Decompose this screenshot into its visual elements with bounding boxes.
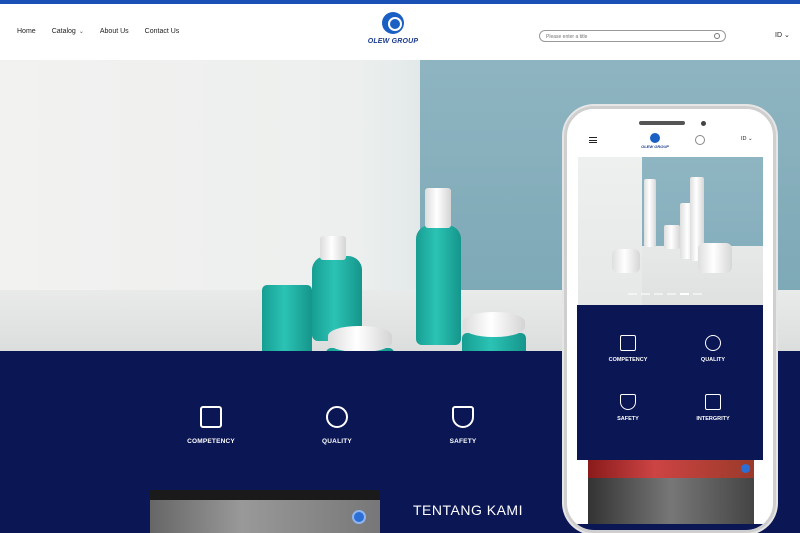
badge-icon bbox=[705, 335, 721, 351]
white-jar-left bbox=[612, 249, 640, 273]
checklist-icon bbox=[200, 406, 222, 428]
white-jar-right bbox=[698, 243, 732, 273]
mobile-features: COMPETENCY QUALITY SAFETY INTERGRITY bbox=[577, 305, 763, 460]
site-logo[interactable]: OLEW GROUP bbox=[363, 12, 423, 58]
teal-pump-bottle bbox=[416, 225, 461, 345]
feature-quality: QUALITY bbox=[297, 406, 377, 445]
about-title: TENTANG KAMI bbox=[413, 502, 523, 518]
mobile-video-scene bbox=[588, 478, 754, 524]
video-badge-icon[interactable] bbox=[741, 464, 750, 473]
mobile-search-icon[interactable] bbox=[695, 135, 705, 145]
feature-safety: SAFETY bbox=[423, 406, 503, 445]
spray-pump bbox=[320, 236, 346, 260]
video-badge-icon[interactable] bbox=[352, 510, 366, 524]
phone-speaker bbox=[639, 121, 685, 125]
mobile-logo[interactable]: OLEW GROUP bbox=[637, 133, 673, 149]
hamburger-menu-icon[interactable] bbox=[589, 137, 597, 143]
mobile-video[interactable] bbox=[588, 460, 754, 524]
mobile-feature-integrity: INTERGRITY bbox=[678, 394, 748, 422]
main-nav: Home Catalog ⌄ About Us Contact Us bbox=[17, 28, 195, 35]
search-icon[interactable] bbox=[714, 33, 720, 39]
checklist-icon bbox=[620, 335, 636, 351]
mobile-footer-strip bbox=[577, 524, 763, 530]
chevron-down-icon: ⌄ bbox=[78, 29, 84, 35]
nav-about[interactable]: About Us bbox=[100, 28, 129, 35]
lotion-pump bbox=[425, 188, 451, 228]
logo-mark-icon bbox=[382, 12, 404, 34]
shield-icon bbox=[452, 406, 474, 428]
about-video[interactable] bbox=[150, 490, 380, 533]
logo-text: OLEW GROUP bbox=[367, 38, 419, 45]
mobile-hero-backdrop bbox=[578, 157, 642, 305]
mobile-header: OLEW GROUP ID ⌄ bbox=[577, 129, 763, 157]
white-jar-lid-right bbox=[463, 312, 525, 337]
mobile-feature-safety: SAFETY bbox=[593, 394, 663, 422]
mobile-feature-competency: COMPETENCY bbox=[593, 335, 663, 363]
nav-catalog[interactable]: Catalog ⌄ bbox=[52, 28, 84, 35]
shield-icon bbox=[620, 394, 636, 410]
mobile-hero bbox=[578, 157, 763, 305]
mobile-feature-quality: QUALITY bbox=[678, 335, 748, 363]
phone-camera bbox=[701, 121, 706, 126]
search-box bbox=[539, 30, 726, 42]
nav-contact[interactable]: Contact Us bbox=[145, 28, 180, 35]
handshake-icon bbox=[705, 394, 721, 410]
feature-competency: COMPETENCY bbox=[171, 406, 251, 445]
site-header: Home Catalog ⌄ About Us Contact Us OLEW G… bbox=[0, 4, 800, 60]
mobile-screen: OLEW GROUP ID ⌄ COMPETENCY QUALITY SAFET… bbox=[577, 109, 763, 530]
white-jar-lid-front bbox=[328, 326, 392, 351]
language-selector[interactable]: ID ⌄ bbox=[775, 31, 790, 39]
white-bottle-small bbox=[664, 225, 680, 249]
mobile-language-selector[interactable]: ID ⌄ bbox=[741, 136, 753, 142]
search-input[interactable] bbox=[546, 32, 706, 41]
mobile-preview: OLEW GROUP ID ⌄ COMPETENCY QUALITY SAFET… bbox=[564, 106, 776, 533]
logo-mark-icon bbox=[650, 133, 660, 143]
badge-icon bbox=[326, 406, 348, 428]
white-bottle bbox=[644, 179, 656, 247]
video-scene bbox=[150, 500, 380, 533]
teal-cap-jar bbox=[262, 285, 312, 351]
carousel-dots[interactable] bbox=[628, 293, 702, 295]
nav-home[interactable]: Home bbox=[17, 28, 36, 35]
